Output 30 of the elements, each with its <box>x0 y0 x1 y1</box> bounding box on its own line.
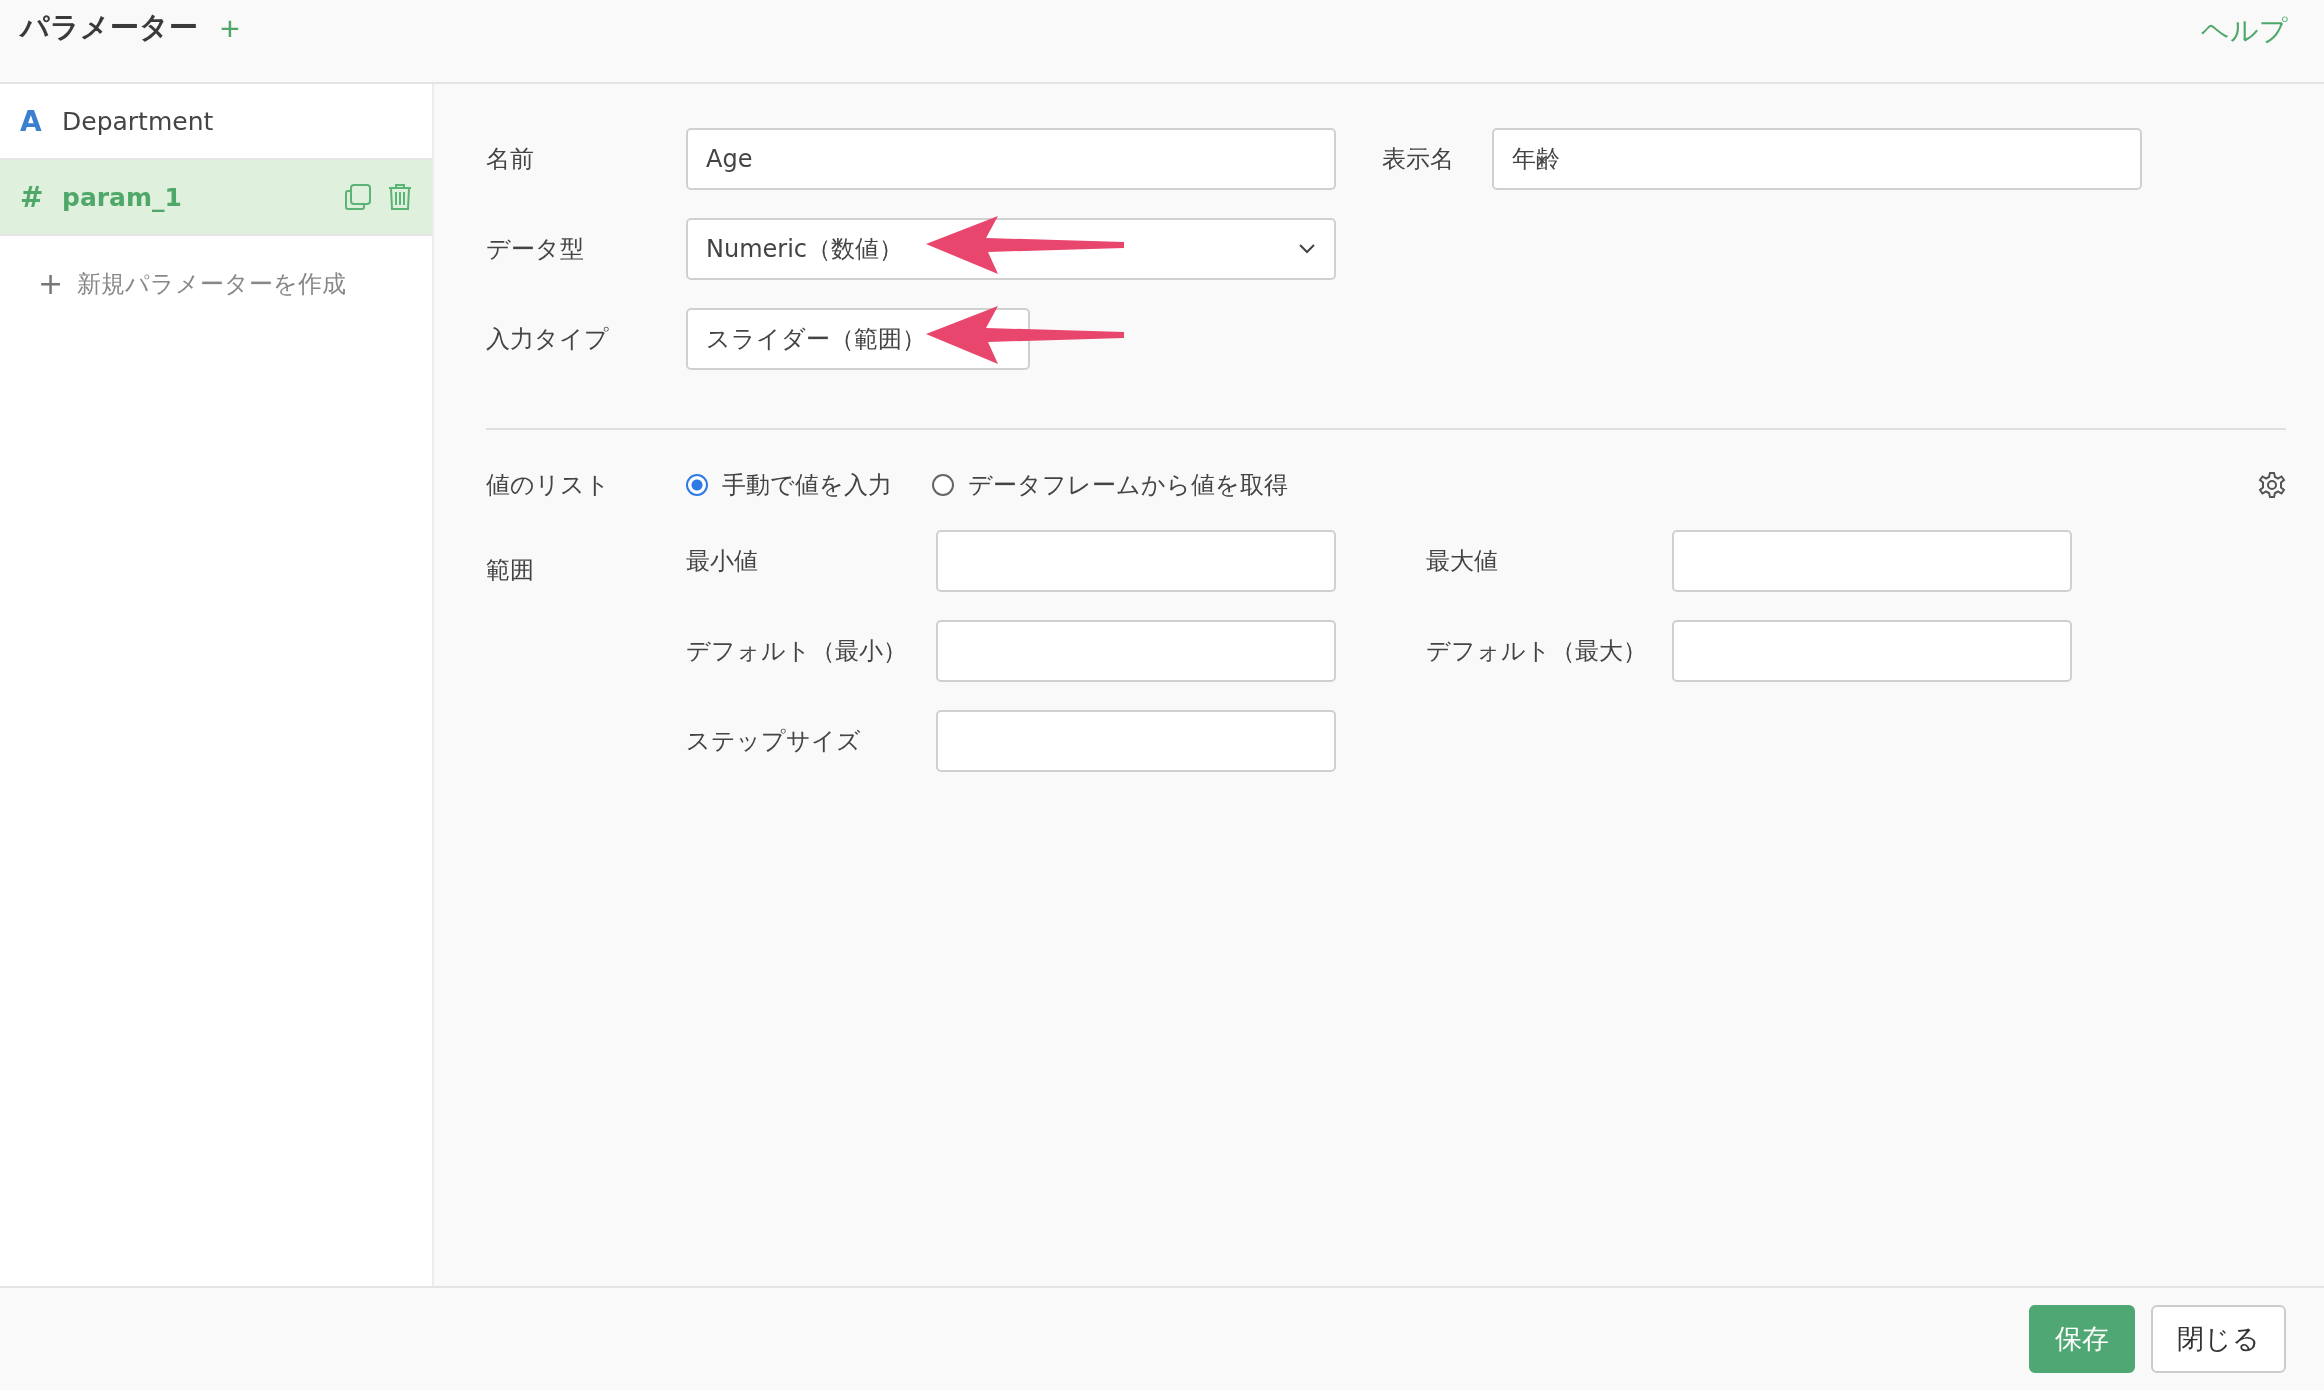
new-parameter-link[interactable]: + 新規パラメーターを作成 <box>38 266 432 301</box>
field-label: 最小値 <box>686 546 759 577</box>
field-label: 最大値 <box>1426 546 1499 577</box>
radio-icon[interactable] <box>932 474 954 496</box>
radio-icon[interactable] <box>686 474 708 496</box>
radio-option[interactable]: 手動で値を入力 <box>686 469 892 501</box>
radio-option[interactable]: データフレームから値を取得 <box>932 469 1288 501</box>
field-label: デフォルト（最小） <box>686 636 908 667</box>
field-label: デフォルト（最大） <box>1426 636 1648 667</box>
close-button[interactable]: 閉じる <box>2151 1305 2286 1373</box>
field-label: 値のリスト <box>486 470 611 501</box>
field-label: 入力タイプ <box>486 324 610 355</box>
name-field[interactable]: Age <box>686 128 1336 190</box>
number-field[interactable] <box>936 710 1336 772</box>
chevron-down-icon <box>1298 243 1316 255</box>
field-label: データ型 <box>486 234 585 265</box>
number-field[interactable] <box>936 530 1336 592</box>
display-name-field[interactable]: 年齢 <box>1492 128 2142 190</box>
copy-icon[interactable] <box>344 183 372 211</box>
settings-icon[interactable] <box>2258 471 2286 499</box>
trash-icon[interactable] <box>388 183 412 211</box>
field-label: ステップサイズ <box>686 726 862 757</box>
number-field[interactable] <box>936 620 1336 682</box>
number-field[interactable] <box>1672 530 2072 592</box>
field-label: 表示名 <box>1382 144 1455 175</box>
page-title: パラメーター <box>20 9 198 46</box>
field-label: 名前 <box>486 144 535 175</box>
data-type-dropdown[interactable]: Numeric（数値） <box>686 218 1336 280</box>
number-field[interactable] <box>1672 620 2072 682</box>
field-label: 範囲 <box>486 555 535 586</box>
